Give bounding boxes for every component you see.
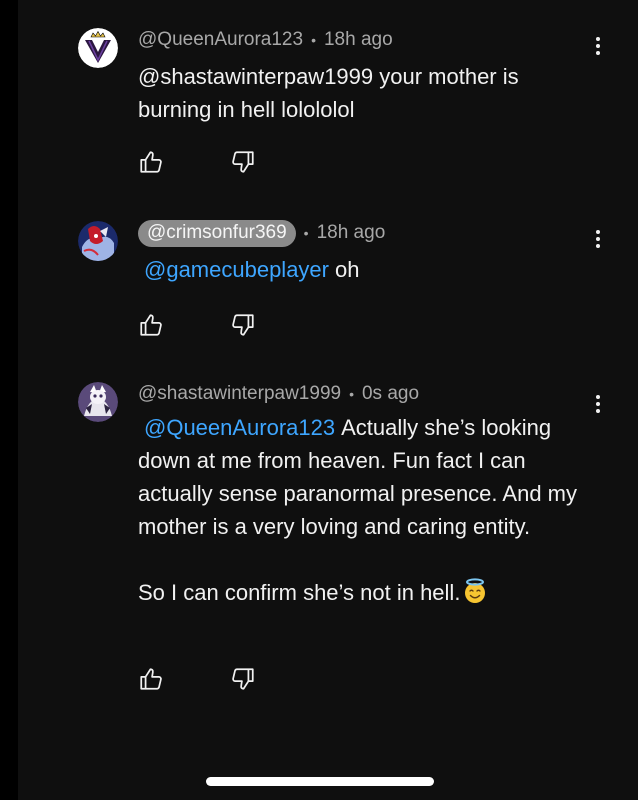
thumbs-down-icon bbox=[232, 151, 254, 173]
smiling-face-with-halo-icon bbox=[462, 578, 488, 604]
comment-time: 18h ago bbox=[316, 222, 386, 243]
like-button[interactable] bbox=[138, 666, 164, 692]
dislike-button[interactable] bbox=[230, 149, 256, 175]
comment-body: So I can confirm she’s not in hell. bbox=[138, 580, 461, 605]
comment-body: @shastawinterpaw1999 your mother is burn… bbox=[138, 64, 519, 122]
comment-text: @shastawinterpaw1999 your mother is burn… bbox=[138, 60, 588, 126]
thumbs-up-icon bbox=[140, 668, 162, 690]
comment-paragraph: @QueenAurora123 Actually she’s looking do… bbox=[138, 411, 588, 543]
home-indicator[interactable] bbox=[206, 777, 434, 786]
comment-paragraph: So I can confirm she’s not in hell. bbox=[138, 576, 588, 609]
comment-author[interactable]: @shastawinterpaw1999 bbox=[138, 383, 341, 405]
comment-actions bbox=[138, 666, 256, 692]
avatar[interactable] bbox=[78, 221, 118, 261]
dislike-button[interactable] bbox=[230, 666, 256, 692]
mention-link[interactable]: @gamecubeplayer bbox=[144, 257, 329, 282]
dislike-button[interactable] bbox=[230, 312, 256, 338]
crowned-v-avatar-icon bbox=[78, 28, 118, 68]
furry-character-avatar-icon bbox=[78, 221, 118, 261]
comment-body: oh bbox=[335, 257, 360, 282]
more-vertical-icon[interactable] bbox=[586, 390, 610, 418]
like-button[interactable] bbox=[138, 312, 164, 338]
thumbs-down-icon bbox=[232, 668, 254, 690]
comment-text: @gamecubeplayer oh bbox=[138, 253, 588, 286]
meta-separator: • bbox=[349, 386, 354, 402]
avatar[interactable] bbox=[78, 28, 118, 68]
comment-author[interactable]: @QueenAurora123 bbox=[138, 29, 303, 51]
more-vertical-icon[interactable] bbox=[586, 225, 610, 253]
avatar[interactable] bbox=[78, 382, 118, 422]
comment-author[interactable]: @crimsonfur369 bbox=[138, 219, 296, 247]
wolf-character-avatar-icon bbox=[78, 382, 118, 422]
comment-time: 18h ago bbox=[323, 29, 393, 50]
comment-meta: @shastawinterpaw1999 • 0s ago bbox=[138, 382, 419, 406]
like-button[interactable] bbox=[138, 149, 164, 175]
comment-meta: @QueenAurora123 • 18h ago bbox=[138, 28, 393, 52]
comment-actions bbox=[138, 149, 256, 175]
mention-link[interactable]: @QueenAurora123 bbox=[144, 415, 335, 440]
thumbs-up-icon bbox=[140, 151, 162, 173]
meta-separator: • bbox=[311, 32, 316, 48]
thumbs-up-icon bbox=[140, 314, 162, 336]
comment-meta: @crimsonfur369 • 18h ago bbox=[138, 219, 386, 247]
thumbs-down-icon bbox=[232, 314, 254, 336]
meta-separator: • bbox=[303, 225, 309, 241]
comment-text: @QueenAurora123 Actually she’s looking do… bbox=[138, 411, 588, 609]
comment-time: 0s ago bbox=[361, 383, 420, 404]
more-vertical-icon[interactable] bbox=[586, 32, 610, 60]
comment-actions bbox=[138, 312, 256, 338]
